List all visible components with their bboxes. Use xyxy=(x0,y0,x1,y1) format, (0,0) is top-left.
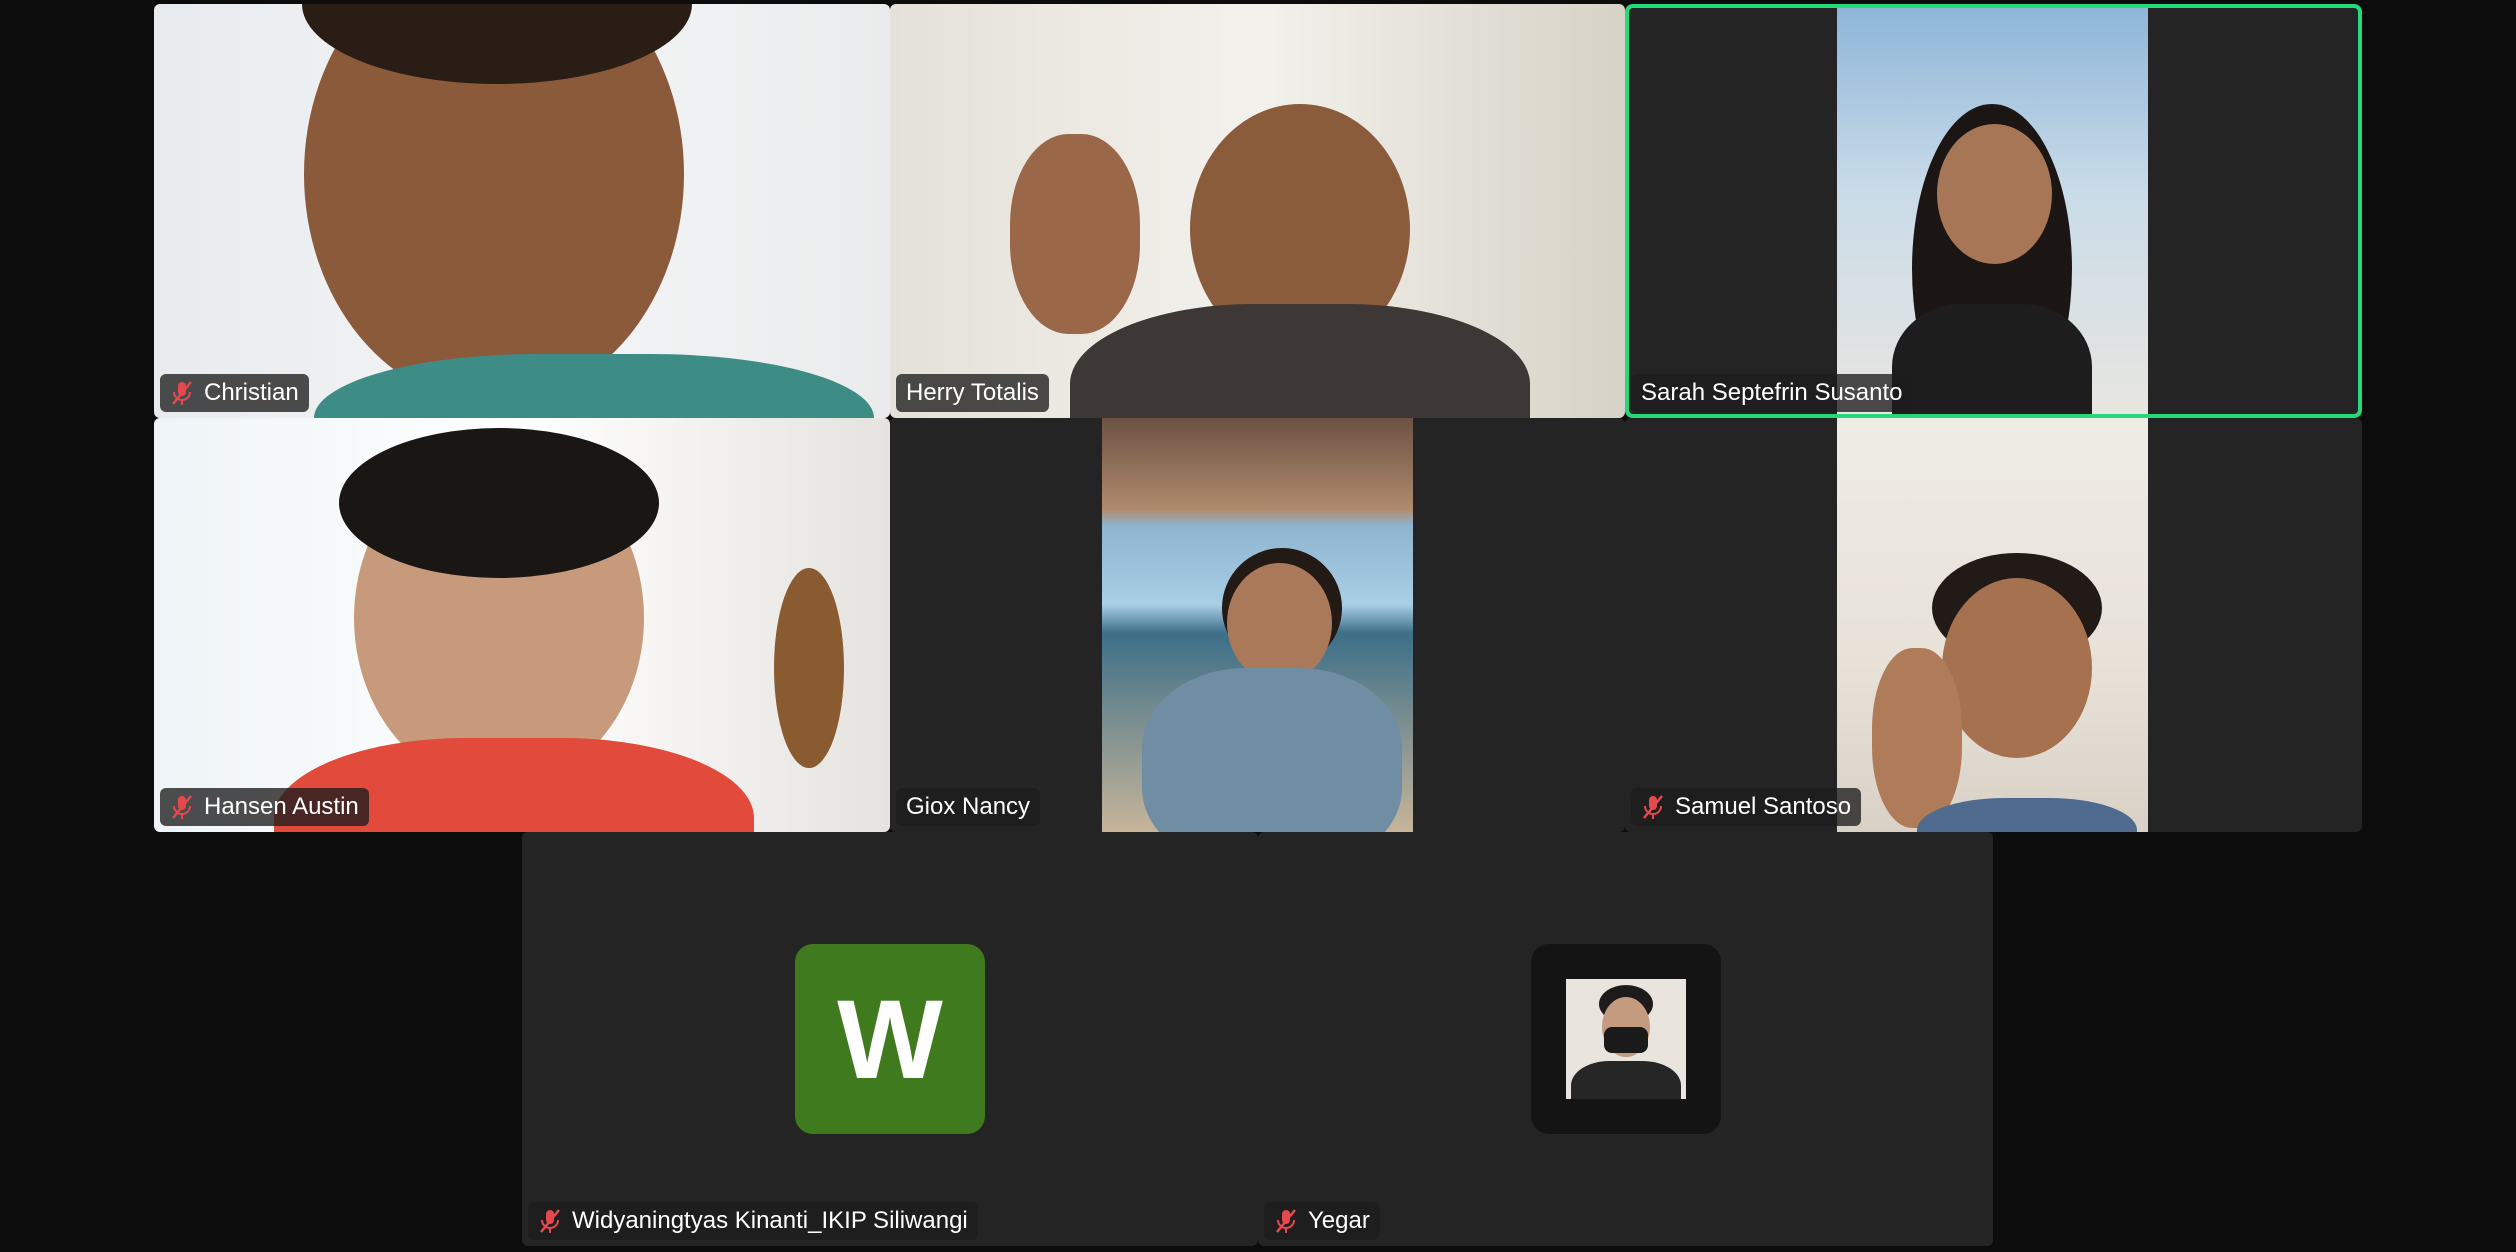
person-shirt xyxy=(1070,304,1530,418)
guitar-shape xyxy=(774,568,844,768)
participant-video xyxy=(154,418,890,832)
avatar: W xyxy=(795,944,985,1134)
person-silhouette xyxy=(1942,578,2092,758)
person-shirt xyxy=(1142,668,1402,832)
avatar xyxy=(1531,944,1721,1134)
participant-video xyxy=(1837,4,2148,418)
participant-nameplate: Widyaningtyas Kinanti_IKIP Siliwangi xyxy=(528,1202,978,1240)
participant-tile-hansen-austin[interactable]: Hansen Austin xyxy=(154,418,890,832)
microphone-muted-icon xyxy=(172,381,192,405)
person-silhouette xyxy=(1937,124,2052,264)
participant-tile-samuel-santoso[interactable]: Samuel Santoso xyxy=(1625,418,2362,832)
participant-name: Sarah Septefrin Susanto xyxy=(1641,379,1903,406)
person-hand xyxy=(1872,648,1962,828)
participant-name: Samuel Santoso xyxy=(1675,793,1852,820)
participant-name: Yegar xyxy=(1308,1207,1370,1234)
person-silhouette xyxy=(1227,563,1332,683)
microphone-muted-icon xyxy=(1643,795,1663,819)
participant-name: Herry Totalis xyxy=(906,379,1039,406)
participant-nameplate: Hansen Austin xyxy=(160,788,369,826)
participant-video xyxy=(890,4,1625,418)
participant-tile-giox-nancy[interactable]: Giox Nancy xyxy=(890,418,1625,832)
participant-video xyxy=(1102,418,1413,832)
participant-tile-widyaningtyas[interactable]: W Widyaningtyas Kinanti_IKIP Siliwangi xyxy=(522,832,1258,1246)
participant-video xyxy=(1837,418,2148,832)
microphone-muted-icon xyxy=(540,1209,560,1233)
person-shirt xyxy=(1892,304,2092,418)
participant-tile-sarah-septefrin-susanto[interactable]: Sarah Septefrin Susanto xyxy=(1625,4,2362,418)
person-hand xyxy=(1010,134,1140,334)
participant-name: Christian xyxy=(204,379,299,406)
participant-name: Widyaningtyas Kinanti_IKIP Siliwangi xyxy=(572,1207,968,1234)
person-hair xyxy=(339,428,659,578)
participant-tile-herry-totalis[interactable]: Herry Totalis xyxy=(890,4,1625,418)
avatar-photo xyxy=(1566,979,1686,1099)
participant-nameplate: Yegar xyxy=(1264,1202,1380,1240)
participant-tile-yegar[interactable]: Yegar xyxy=(1258,832,1993,1246)
participant-video xyxy=(154,4,890,418)
participant-name: Hansen Austin xyxy=(204,793,359,820)
avatar-letter: W xyxy=(837,976,943,1102)
face-mask xyxy=(1604,1027,1648,1053)
participant-nameplate: Herry Totalis xyxy=(896,374,1049,412)
participant-tile-christian[interactable]: Christian xyxy=(154,4,890,418)
participant-nameplate: Samuel Santoso xyxy=(1631,788,1862,826)
microphone-muted-icon xyxy=(1276,1209,1296,1233)
participant-nameplate: Sarah Septefrin Susanto xyxy=(1631,374,1913,412)
participant-nameplate: Giox Nancy xyxy=(896,788,1041,826)
participant-name: Giox Nancy xyxy=(906,793,1031,820)
microphone-muted-icon xyxy=(172,795,192,819)
participant-nameplate: Christian xyxy=(160,374,309,412)
person-shirt xyxy=(1571,1061,1681,1099)
